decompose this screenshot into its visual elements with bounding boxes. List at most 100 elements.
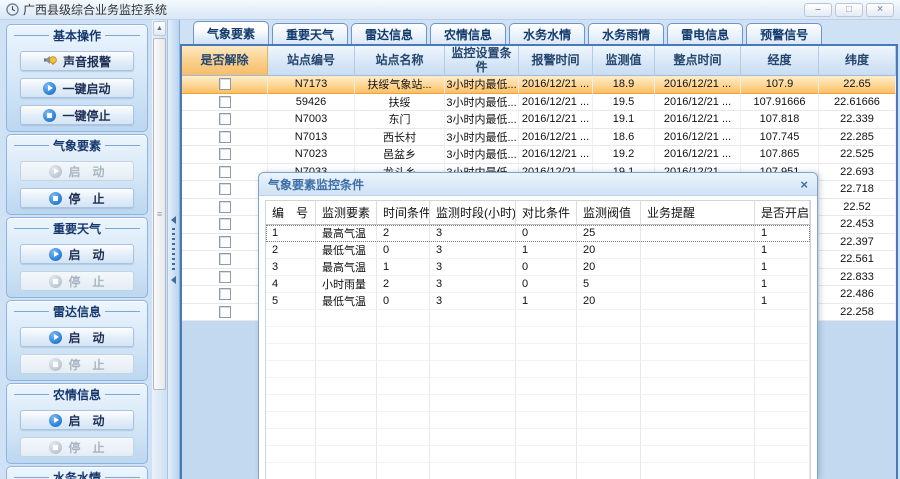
condition-row[interactable]: 1最高气温230251 xyxy=(266,225,810,242)
release-checkbox[interactable] xyxy=(219,166,231,178)
condition-cell: 2 xyxy=(377,276,430,293)
tab[interactable]: 水务水情 xyxy=(509,23,585,44)
scrollbar-thumb[interactable]: ≡ xyxy=(153,38,166,390)
sidebar-group: 雷达信息启 动停 止 xyxy=(6,300,148,381)
condition-column-header[interactable]: 是否开启 xyxy=(755,201,810,225)
column-header[interactable]: 报警时间 xyxy=(519,46,593,76)
release-checkbox[interactable] xyxy=(219,236,231,248)
condition-cell xyxy=(430,378,516,395)
condition-column-header[interactable]: 监测要素 xyxy=(316,201,377,225)
table-cell: 19.1 xyxy=(593,111,655,129)
start-button[interactable]: 启 动 xyxy=(20,327,134,347)
column-header[interactable]: 是否解除 xyxy=(182,46,268,76)
release-checkbox[interactable] xyxy=(219,253,231,265)
collapse-left-icon[interactable] xyxy=(171,276,176,284)
tab[interactable]: 气象要素 xyxy=(193,21,269,44)
condition-cell xyxy=(377,310,430,327)
condition-row[interactable]: 2最低气温031201 xyxy=(266,242,810,259)
condition-cell xyxy=(516,344,577,361)
sidebar-scrollbar[interactable]: ▲ ≡ xyxy=(152,20,167,479)
release-checkbox[interactable] xyxy=(219,306,231,318)
condition-cell: 最低气温 xyxy=(316,242,377,259)
condition-cell xyxy=(266,327,316,344)
table-cell: 18.9 xyxy=(593,76,655,94)
release-checkbox[interactable] xyxy=(219,113,231,125)
tab[interactable]: 农情信息 xyxy=(430,23,506,44)
stop-button[interactable]: 停 止 xyxy=(20,188,134,208)
release-checkbox[interactable] xyxy=(219,183,231,195)
table-cell: 22.397 xyxy=(819,234,896,252)
release-checkbox[interactable] xyxy=(219,271,231,283)
release-checkbox[interactable] xyxy=(219,148,231,160)
condition-column-header[interactable]: 监测时段(小时) xyxy=(430,201,516,225)
condition-column-header[interactable]: 对比条件 xyxy=(516,201,577,225)
table-cell: 22.833 xyxy=(819,269,896,287)
column-header[interactable]: 监控设置条件 xyxy=(445,46,519,76)
column-header[interactable]: 经度 xyxy=(741,46,819,76)
dialog-title-bar[interactable]: 气象要素监控条件 × xyxy=(259,173,817,196)
column-header[interactable]: 纬度 xyxy=(819,46,896,76)
dialog-close-icon[interactable]: × xyxy=(800,178,808,191)
checkbox-cell xyxy=(182,234,268,252)
condition-cell: 1 xyxy=(755,293,810,310)
condition-cell: 2 xyxy=(377,225,430,242)
maximize-button[interactable]: □ xyxy=(835,3,863,17)
tab[interactable]: 雷达信息 xyxy=(351,23,427,44)
scroll-up-arrow-icon[interactable]: ▲ xyxy=(153,21,166,36)
column-header[interactable]: 站点名称 xyxy=(355,46,445,76)
condition-cell xyxy=(577,378,641,395)
condition-row[interactable]: 4小时雨量23051 xyxy=(266,276,810,293)
condition-cell xyxy=(316,361,377,378)
column-header[interactable]: 监测值 xyxy=(593,46,655,76)
table-cell: 22.693 xyxy=(819,164,896,182)
condition-column-header[interactable]: 时间条件 xyxy=(377,201,430,225)
condition-cell xyxy=(377,378,430,395)
condition-column-header[interactable]: 编 号 xyxy=(266,201,316,225)
sidebar-group: 重要天气启 动停 止 xyxy=(6,217,148,298)
collapse-left-icon[interactable] xyxy=(171,216,176,224)
release-checkbox[interactable] xyxy=(219,131,231,143)
table-cell: N7003 xyxy=(268,111,355,129)
column-header[interactable]: 站点编号 xyxy=(268,46,355,76)
condition-cell xyxy=(641,378,755,395)
table-row[interactable]: N7003东门3小时内最低...2016/12/21 ...19.12016/1… xyxy=(182,111,896,129)
release-checkbox[interactable] xyxy=(219,96,231,108)
start-button[interactable]: 启 动 xyxy=(20,244,134,264)
sidebar-group-title-label: 气象要素 xyxy=(53,137,101,154)
play-icon xyxy=(49,331,62,344)
condition-cell xyxy=(316,378,377,395)
start-button[interactable]: 启 动 xyxy=(20,410,134,430)
condition-cell xyxy=(577,446,641,463)
tab[interactable]: 雷电信息 xyxy=(667,23,743,44)
condition-row[interactable]: 5最低气温031201 xyxy=(266,293,810,310)
table-row[interactable]: N7013西长村3小时内最低...2016/12/21 ...18.62016/… xyxy=(182,129,896,147)
table-row[interactable]: 59426扶绥3小时内最低...2016/12/21 ...19.52016/1… xyxy=(182,94,896,112)
condition-cell xyxy=(755,412,810,429)
table-cell: 扶绥气象站... xyxy=(355,76,445,94)
tab[interactable]: 水务雨情 xyxy=(588,23,664,44)
condition-cell xyxy=(577,361,641,378)
minimize-button[interactable]: – xyxy=(804,3,832,17)
condition-cell xyxy=(755,395,810,412)
sidebar-group-title-label: 基本操作 xyxy=(53,27,101,44)
start-button[interactable]: 一键启动 xyxy=(20,78,134,98)
tab[interactable]: 预警信号 xyxy=(746,23,822,44)
release-checkbox[interactable] xyxy=(219,201,231,213)
sidebar-splitter[interactable] xyxy=(167,20,180,479)
tab[interactable]: 重要天气 xyxy=(272,23,348,44)
column-header[interactable]: 整点时间 xyxy=(655,46,741,76)
condition-cell xyxy=(316,344,377,361)
stop-button[interactable]: 一键停止 xyxy=(20,105,134,125)
table-row[interactable]: N7023邑盆乡3小时内最低...2016/12/21 ...19.22016/… xyxy=(182,146,896,164)
table-row[interactable]: N7173扶绥气象站...3小时内最低...2016/12/21 ...18.9… xyxy=(182,76,896,94)
release-checkbox[interactable] xyxy=(219,288,231,300)
condition-cell xyxy=(577,463,641,479)
close-button[interactable]: × xyxy=(866,3,894,17)
condition-column-header[interactable]: 监测阀值 xyxy=(577,201,641,225)
sound-alarm-button[interactable]: 声音报警 xyxy=(20,51,134,71)
condition-column-header[interactable]: 业务提醒 xyxy=(641,201,755,225)
release-checkbox[interactable] xyxy=(219,78,231,90)
condition-row[interactable]: 3最高气温130201 xyxy=(266,259,810,276)
splitter-grip[interactable] xyxy=(172,228,175,272)
release-checkbox[interactable] xyxy=(219,218,231,230)
